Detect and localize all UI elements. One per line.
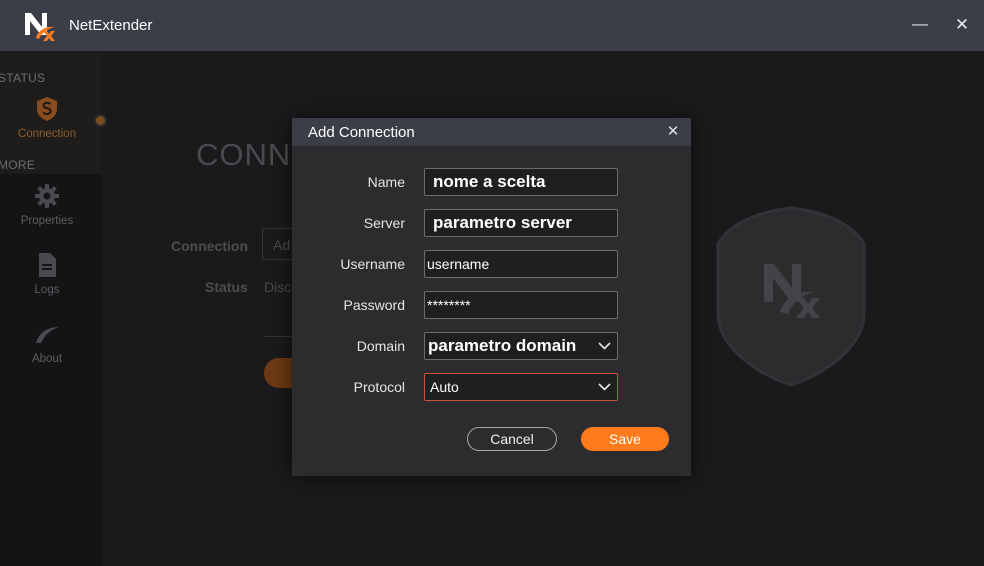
chevron-down-icon [597,339,611,353]
sidebar-section-status: STATUS [0,71,46,85]
protocol-row: Protocol Auto [292,373,691,401]
cancel-button[interactable]: Cancel [467,427,557,451]
domain-select-value: parametro domain [428,336,577,355]
sidebar-item-label: Logs [34,284,60,296]
netextender-logo-icon [25,13,55,41]
sidebar-item-label: Connection [17,128,77,140]
name-label: Name [367,174,405,190]
add-connection-dialog: Add Connection ✕ Name nome a scelta Serv… [292,118,691,476]
save-button[interactable]: Save [581,427,669,451]
domain-row: Domain parametro domain [292,332,691,360]
password-input[interactable]: ******** [424,291,618,319]
document-icon [34,252,60,278]
sidebar-item-label: Properties [20,215,74,227]
protocol-select[interactable]: Auto [424,373,618,401]
sidebar-section-more: MORE [0,158,36,172]
domain-label: Domain [356,338,405,354]
shield-s-icon [34,96,60,122]
username-label: Username [340,256,405,272]
server-label: Server [363,215,405,231]
title-bar: NetExtender — ✕ [0,0,984,51]
username-input[interactable]: username [424,250,618,278]
protocol-label: Protocol [353,379,405,395]
name-input[interactable]: nome a scelta [424,168,618,196]
sidebar-item-logs[interactable]: Logs [0,252,94,296]
sidebar-collapse-handle[interactable] [94,114,107,127]
domain-select[interactable]: parametro domain [424,332,618,360]
dialog-close-button[interactable]: ✕ [663,121,683,141]
gear-icon [34,183,60,209]
server-input[interactable]: parametro server [424,209,618,237]
minimize-button[interactable]: — [907,12,933,38]
dialog-title: Add Connection [308,124,415,141]
swoosh-icon [34,321,60,347]
password-row: Password ******** [292,291,691,319]
server-row: Server parametro server [292,209,691,237]
password-label: Password [343,297,405,313]
status-value: Disc [264,279,292,295]
status-label: Status [205,279,248,295]
netextender-shield-icon [716,206,866,387]
name-row: Name nome a scelta [292,168,691,196]
page-title: CONN [196,137,292,172]
app-title: NetExtender [69,17,153,34]
protocol-select-value: Auto [430,379,459,395]
sidebar-item-properties[interactable]: Properties [0,183,94,227]
username-row: Username username [292,250,691,278]
chevron-down-icon [597,380,611,394]
divider [265,336,295,337]
dialog-header: Add Connection ✕ [292,118,691,146]
sidebar-item-label: About [31,353,63,365]
close-window-button[interactable]: ✕ [949,12,975,38]
connection-label: Connection [171,238,248,254]
sidebar-item-connection[interactable]: Connection [0,96,94,140]
sidebar-item-about[interactable]: About [0,321,94,365]
